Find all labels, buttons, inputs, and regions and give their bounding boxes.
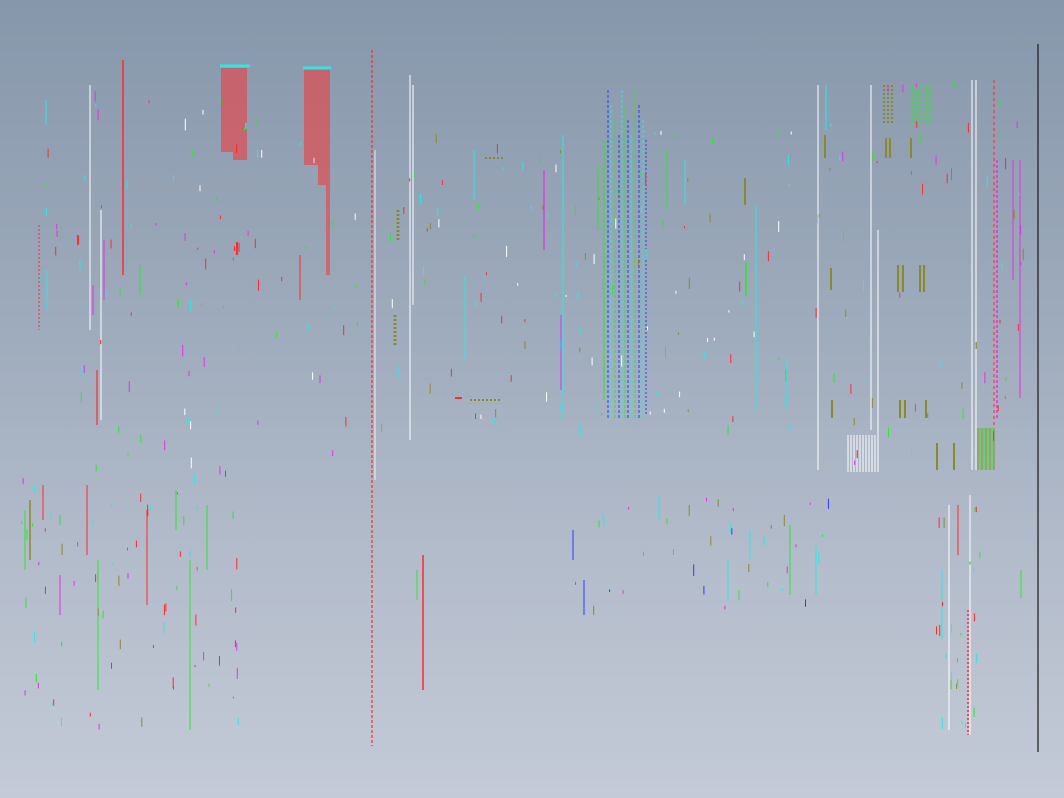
- right-section-view: [815, 80, 1024, 472]
- cad-drawing-canvas[interactable]: [0, 0, 1064, 798]
- center-plan-view: [381, 75, 792, 440]
- lower-detail-views: [21, 470, 1022, 735]
- drawing-frame-lines: [371, 44, 1039, 752]
- left-elevation-view: [38, 60, 358, 475]
- cad-viewport[interactable]: [0, 0, 1064, 798]
